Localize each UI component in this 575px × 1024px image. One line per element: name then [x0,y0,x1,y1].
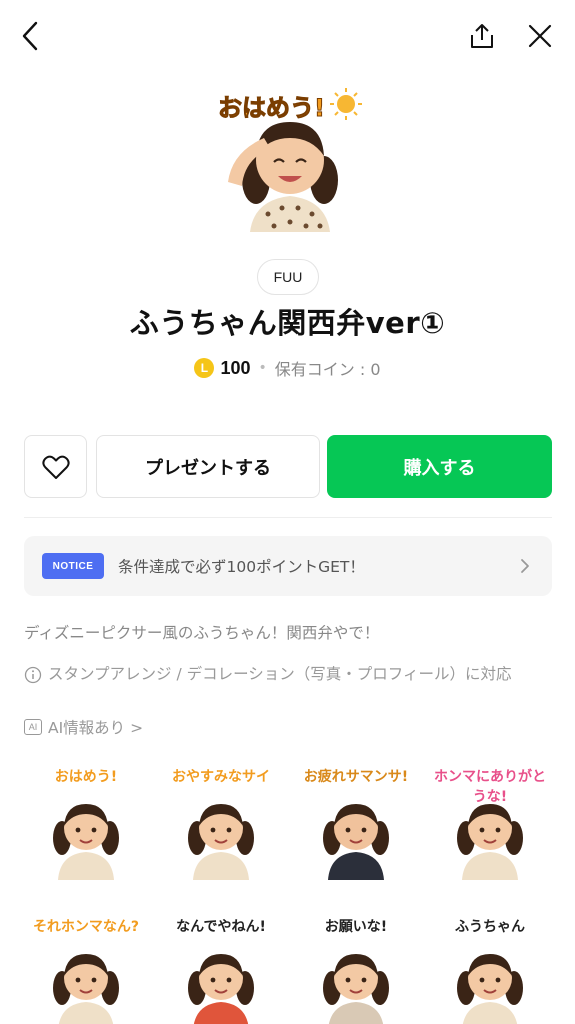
sticker-caption: ふうちゃん [455,919,525,935]
sticker-item[interactable]: ホンマにありがとうな! [428,760,552,880]
like-button[interactable] [24,435,87,498]
share-button[interactable] [464,18,500,54]
price-separator: • [258,360,267,376]
section-divider [24,517,552,518]
sticker-caption: お疲れサマンサ! [303,769,409,785]
sticker-caption: おやすみなサイ [172,769,270,785]
gift-button[interactable]: プレゼントする [96,435,320,498]
info-icon [24,666,42,684]
notice-banner[interactable]: NOTICE 条件達成で必ず100ポイントGET！ [24,536,552,596]
hero-caption: おはめう! [218,94,326,123]
sticker-caption: それホンマなん? [32,919,140,935]
heart-outline-icon [41,455,70,479]
description: ディズニーピクサー風のふうちゃん！関西弁やで！ [24,624,380,642]
sticker-item[interactable]: おやすみなサイ [159,760,283,880]
notice-text: 条件達成で必ず100ポイントGET！ [118,558,365,576]
notice-badge: NOTICE [42,553,104,579]
sticker-caption: お願いな! [324,919,388,935]
top-bar [0,0,575,72]
back-button[interactable] [14,18,46,54]
chevron-left-icon [22,21,38,51]
sticker-caption: なんでやねん! [176,919,266,935]
author-chip[interactable]: FUU [257,259,319,295]
sticker-item[interactable]: それホンマなん? [24,910,148,1024]
owned-coins: 保有コイン : 0 [274,360,381,379]
arrange-info: スタンプアレンジ / デコレーション（写真・プロフィール）に対応 [24,664,552,685]
arrange-text: スタンプアレンジ / デコレーション（写真・プロフィール）に対応 [48,665,512,683]
ai-info-label: AI情報あり > [48,719,144,737]
sticker-item[interactable]: おはめう! [24,760,148,880]
sticker-item[interactable]: なんでやねん! [159,910,283,1024]
buy-button[interactable]: 購入する [327,435,552,498]
line-coin-icon: L [194,358,215,378]
ai-info-link[interactable]: AI AI情報あり > [24,716,143,738]
sticker-item[interactable]: お疲れサマンサ! [294,760,418,880]
main-sticker-image: おはめう! [212,82,362,232]
price-row: L 100 • 保有コイン : 0 [0,354,575,382]
close-icon [528,24,552,48]
price-value: 100 [220,357,251,378]
chevron-right-icon [518,557,532,575]
sticker-caption: ホンマにありがとうな! [434,769,546,805]
page-title: ふうちゃん関西弁ver① [129,306,446,340]
sticker-item[interactable]: ふうちゃん [428,910,552,1024]
sticker-item[interactable]: お願いな! [294,910,418,1024]
share-icon [471,24,493,48]
ai-badge-icon: AI [24,719,42,735]
close-button[interactable] [522,18,558,54]
sticker-caption: おはめう! [54,769,118,785]
